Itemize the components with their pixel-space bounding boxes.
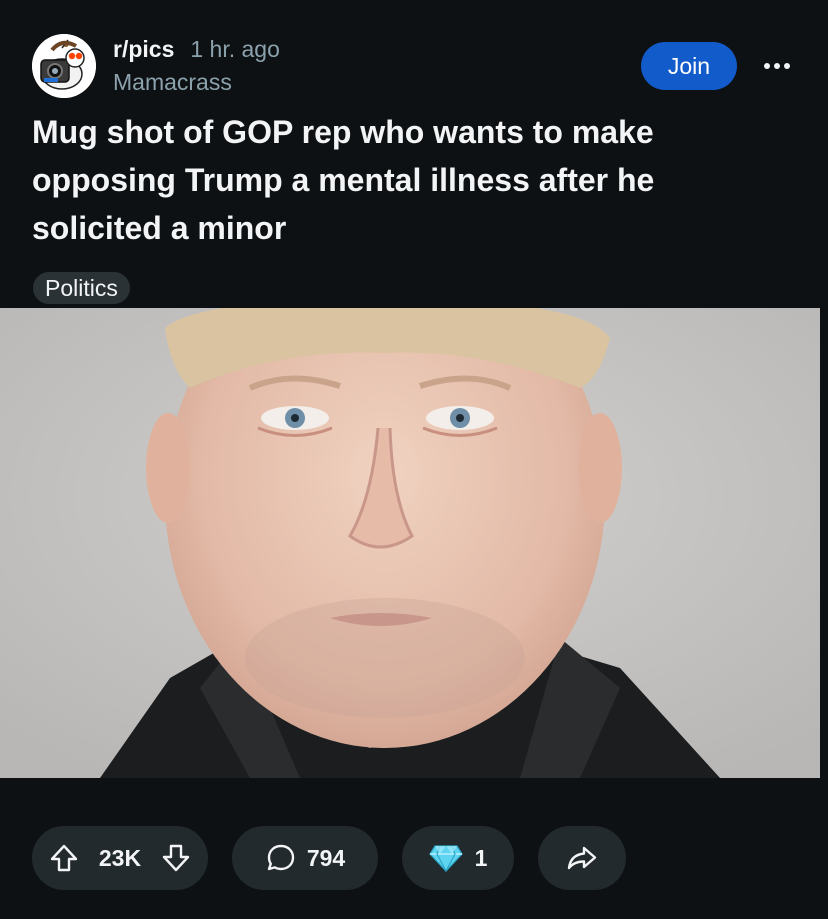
dot — [774, 63, 780, 69]
upvote-icon[interactable] — [48, 842, 80, 874]
join-button[interactable]: Join — [641, 42, 737, 90]
dot — [764, 63, 770, 69]
action-bar: 23K 794 1 — [0, 826, 828, 890]
share-icon — [566, 842, 598, 874]
dot — [784, 63, 790, 69]
post-card: r/pics 1 hr. ago Mamacrass Join Mug shot… — [0, 0, 828, 919]
comment-icon — [265, 842, 297, 874]
subreddit-name[interactable]: r/pics — [113, 36, 174, 63]
share-button[interactable] — [538, 826, 626, 890]
upvote-count: 23K — [98, 844, 142, 871]
subreddit-avatar[interactable] — [32, 34, 96, 98]
post-header: r/pics 1 hr. ago Mamacrass Join — [32, 32, 796, 100]
meta-row: r/pics 1 hr. ago — [113, 36, 280, 63]
downvote-icon[interactable] — [160, 842, 192, 874]
post-time: 1 hr. ago — [190, 36, 280, 62]
mugshot-photo — [0, 308, 828, 778]
post-image[interactable] — [0, 308, 828, 778]
author-name[interactable]: Mamacrass — [113, 69, 280, 96]
award-count: 1 — [474, 844, 488, 871]
snoo-camera-icon — [32, 34, 96, 98]
post-flair[interactable]: Politics — [33, 272, 130, 304]
more-options-icon[interactable] — [759, 52, 795, 80]
diamond-icon — [428, 844, 463, 872]
comments-button[interactable]: 794 — [232, 826, 378, 890]
award-button[interactable]: 1 — [402, 826, 514, 890]
comment-count: 794 — [306, 844, 346, 871]
post-title[interactable]: Mug shot of GOP rep who wants to make op… — [32, 108, 792, 252]
post-meta: r/pics 1 hr. ago Mamacrass — [113, 36, 280, 96]
vote-control: 23K — [32, 826, 208, 890]
